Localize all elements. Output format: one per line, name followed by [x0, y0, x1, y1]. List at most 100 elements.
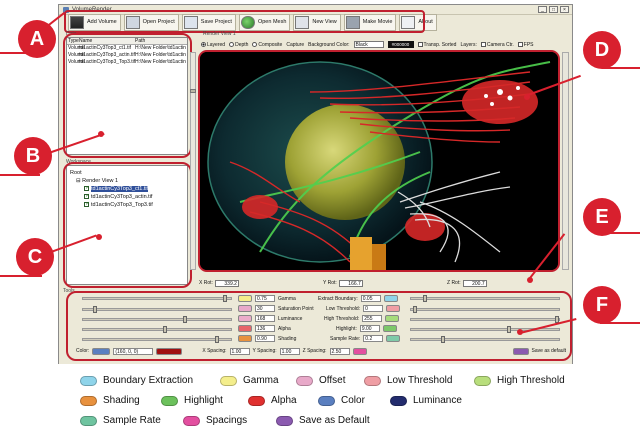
- high-threshold-button[interactable]: [385, 315, 400, 322]
- low-threshold-slider[interactable]: [410, 306, 560, 313]
- legend-item: Save as Default: [276, 415, 370, 426]
- saturation-slider[interactable]: [82, 306, 232, 313]
- legend-swatch: [80, 375, 97, 386]
- callout-f: F: [583, 286, 621, 324]
- left-vertical-slider[interactable]: [190, 52, 196, 270]
- saturation-value[interactable]: 30: [255, 305, 275, 312]
- saturation-button[interactable]: [238, 305, 252, 312]
- alpha-button[interactable]: [238, 325, 252, 332]
- legend-item: Luminance: [390, 395, 462, 406]
- toggle-label: FPS: [523, 41, 534, 48]
- checkbox-icon: [480, 41, 486, 47]
- legend-item: High Threshold: [474, 375, 565, 386]
- toggle-camera-center[interactable]: Camera Ctr.: [480, 41, 514, 48]
- extract-boundary-button[interactable]: [383, 295, 398, 302]
- color-value-field[interactable]: (160, 0, 0): [113, 347, 154, 355]
- slider-thumb[interactable]: [223, 295, 227, 302]
- x-rot-field[interactable]: 339.2: [214, 279, 239, 287]
- callout-b: B: [14, 137, 52, 175]
- high-threshold-value[interactable]: 255: [362, 315, 383, 322]
- low-threshold-button[interactable]: [386, 305, 401, 312]
- gamma-value[interactable]: 0.75: [255, 295, 275, 302]
- high-threshold-slider[interactable]: [410, 316, 560, 323]
- alpha-label: Alpha: [278, 325, 291, 332]
- low-threshold-label: Low Threshold:: [326, 305, 361, 312]
- checkbox-icon: [417, 41, 423, 47]
- shading-value[interactable]: 0.90: [255, 335, 275, 342]
- color-swatch[interactable]: [156, 347, 183, 355]
- slider-thumb[interactable]: [163, 326, 167, 333]
- luminance-value[interactable]: 168: [255, 315, 275, 322]
- legend-swatch: [80, 415, 97, 426]
- highlight-value[interactable]: 9.00: [359, 325, 380, 332]
- option-layered[interactable]: Layered: [201, 42, 225, 48]
- slider-thumb[interactable]: [215, 336, 219, 343]
- legend-swatch: [318, 395, 335, 406]
- low-threshold-value[interactable]: 0: [363, 305, 384, 312]
- param-luminance: 168 Luminance: [238, 315, 302, 322]
- render-canvas[interactable]: [198, 50, 560, 272]
- callout-e-dot: [527, 277, 533, 283]
- param-low-threshold: Low Threshold: 0: [326, 305, 401, 312]
- x-rotation: X Rot: 339.2: [199, 279, 323, 287]
- shading-button[interactable]: [238, 335, 252, 342]
- option-depth[interactable]: Depth: [229, 42, 248, 48]
- spacings-button[interactable]: [352, 347, 367, 355]
- option-label: Composite: [258, 41, 283, 48]
- legend-swatch: [364, 375, 381, 386]
- highlight-button[interactable]: [382, 325, 397, 332]
- maximize-button[interactable]: □: [549, 6, 558, 13]
- extract-boundary-value[interactable]: 0.05: [360, 295, 381, 302]
- param-shading: 0.90 Shading: [238, 335, 296, 342]
- param-highlight: Highlight: 9.00: [336, 325, 397, 332]
- slider-thumb[interactable]: [190, 89, 196, 93]
- slider-thumb[interactable]: [507, 326, 511, 333]
- y-spacing-label: Y Spacing:: [252, 348, 277, 354]
- y-spacing-field[interactable]: 1.00: [279, 347, 300, 355]
- shading-slider[interactable]: [82, 336, 232, 343]
- gamma-button[interactable]: [238, 295, 252, 302]
- luminance-slider[interactable]: [82, 316, 232, 323]
- background-color-swatch[interactable]: #000000: [387, 41, 414, 48]
- gamma-slider[interactable]: [82, 295, 232, 302]
- radio-icon: [252, 41, 258, 47]
- sample-rate-slider[interactable]: [410, 336, 560, 343]
- color-button[interactable]: [92, 347, 111, 355]
- capture-button[interactable]: Capture: [286, 42, 304, 48]
- sample-rate-value[interactable]: 0.2: [363, 335, 384, 342]
- sample-rate-button[interactable]: [386, 335, 401, 342]
- callout-c: C: [16, 238, 54, 276]
- toggle-fps[interactable]: FPS: [517, 41, 534, 48]
- alpha-slider[interactable]: [82, 326, 232, 333]
- background-color-label: Background Color:: [308, 41, 350, 48]
- checkbox-icon: [517, 41, 523, 47]
- slider-thumb[interactable]: [93, 306, 97, 313]
- color-spacing-row: Color: (160, 0, 0) X Spacing: 1.00 Y Spa…: [76, 345, 566, 357]
- legend-item: Gamma: [220, 375, 279, 386]
- alpha-value[interactable]: 136: [255, 325, 275, 332]
- close-button[interactable]: ×: [560, 6, 569, 13]
- legend-label: Sample Rate: [103, 415, 161, 426]
- saturation-label: Saturation Point: [278, 305, 314, 312]
- luminance-button[interactable]: [238, 315, 252, 322]
- minimize-button[interactable]: _: [538, 6, 547, 13]
- legend-label: Alpha: [271, 395, 297, 406]
- slider-thumb[interactable]: [441, 336, 445, 343]
- y-rot-field[interactable]: 166.7: [338, 279, 363, 287]
- slider-thumb[interactable]: [183, 316, 187, 323]
- extract-boundary-slider[interactable]: [410, 295, 560, 302]
- legend-swatch: [296, 375, 313, 386]
- slider-thumb[interactable]: [413, 306, 417, 313]
- toggle-layers[interactable]: Layers:: [460, 42, 476, 48]
- color-label: Color:: [76, 348, 90, 354]
- x-rot-label: X Rot:: [199, 280, 213, 286]
- x-spacing-field[interactable]: 1.00: [229, 347, 250, 355]
- slider-thumb[interactable]: [423, 295, 427, 302]
- z-rot-field[interactable]: 200.7: [462, 279, 487, 287]
- save-default-button[interactable]: [512, 347, 529, 355]
- z-spacing-field[interactable]: 2.50: [329, 347, 350, 355]
- toggle-transp-sorted[interactable]: Transp. Sorted: [417, 41, 456, 48]
- background-color-field[interactable]: Black: [353, 41, 384, 48]
- option-composite[interactable]: Composite: [252, 42, 282, 48]
- legend-swatch: [161, 395, 178, 406]
